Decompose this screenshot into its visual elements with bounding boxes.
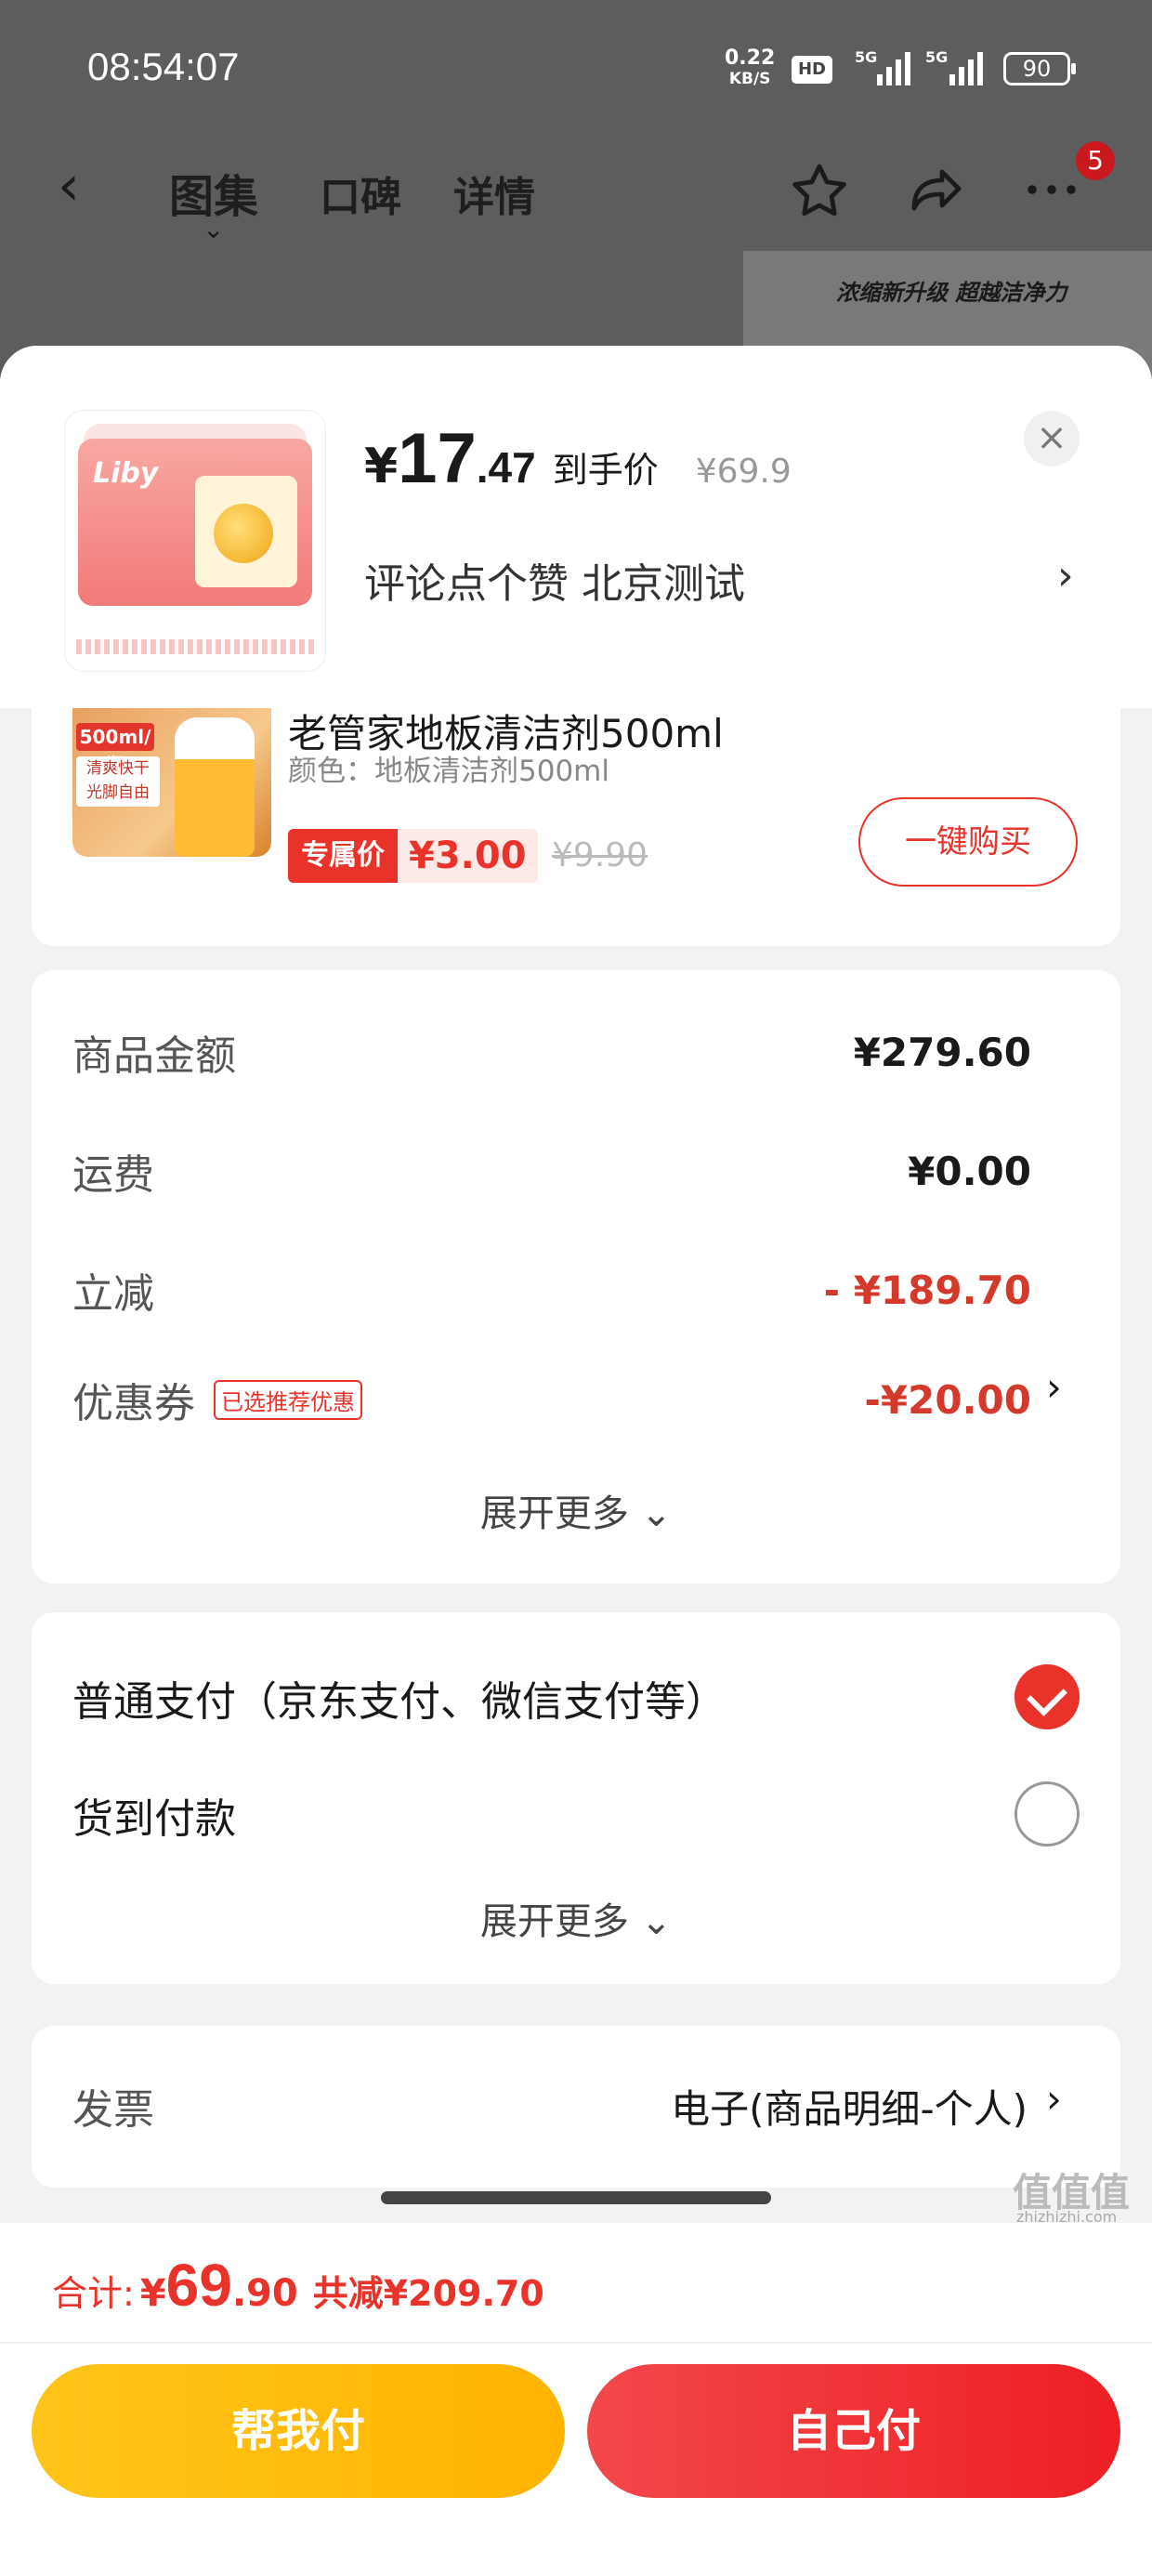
checkbox-unchecked-icon[interactable] — [1015, 1781, 1080, 1847]
coupon-recommended-tag: 已选推荐优惠 — [214, 1379, 362, 1420]
fee-row-discount: 立减 - ¥189.70 — [72, 1262, 1031, 1319]
total-label: 合计: — [52, 2273, 135, 2314]
price-decimal: .47 — [476, 443, 536, 492]
fee-label: 商品金额 — [72, 1032, 236, 1080]
one-click-buy-button[interactable]: 一键购买 — [858, 797, 1078, 887]
order-total: 合计: ¥ 69 .90 共减¥209.70 — [52, 2251, 544, 2320]
checkbox-checked-icon[interactable] — [1015, 1664, 1080, 1729]
brand-logo: Liby — [93, 457, 159, 490]
exclusive-price-badge: 专属价 ¥3.00 — [288, 829, 538, 883]
sheet-header: Liby ¥ 17 .47 到手价 ¥69.9 × 评论点个赞 北京测试 › — [0, 346, 1152, 708]
expand-more-button[interactable]: 展开更多 ⌄ — [32, 1483, 1120, 1537]
total-currency: ¥ — [139, 2272, 166, 2315]
notification-badge: 5 — [1076, 141, 1115, 180]
chevron-right-icon[interactable]: › — [1057, 552, 1074, 599]
price-breakdown-card: 商品金额 ¥279.60 运费 ¥0.00 立减 - ¥189.70 优惠券 已… — [32, 970, 1120, 1584]
coupon-label-group: 优惠券 已选推荐优惠 — [72, 1370, 362, 1429]
expand-more-label: 展开更多 — [479, 1900, 629, 1943]
total-integer: 69 — [165, 2252, 232, 2319]
back-icon[interactable]: ‹ — [58, 158, 80, 214]
invoice-value: 电子(商品明细-个人) — [671, 2086, 1028, 2132]
invoice-label: 发票 — [72, 2086, 154, 2134]
tab-details[interactable]: 详情 — [453, 164, 535, 223]
tab-reviews[interactable]: 口碑 — [320, 164, 401, 223]
top-nav: ‹ 图集 ⌄ 口碑 详情 — [0, 139, 1152, 244]
close-button[interactable]: × — [1024, 411, 1080, 467]
network-speed-value: 0.22 — [725, 46, 776, 70]
sim2-label: 5G — [925, 48, 949, 66]
addon-original-price: ¥9.90 — [552, 836, 648, 874]
fee-label: 运费 — [72, 1151, 154, 1199]
close-icon: × — [1036, 416, 1067, 459]
status-bar: 08:54:07 0.22 KB/S HD 5G 5G 90 — [0, 0, 1152, 139]
addon-product-image: 500ml/瓶 清爽快干 光脚自由 — [72, 708, 271, 857]
fee-row-goods: 商品金额 ¥279.60 — [72, 1024, 1031, 1081]
watermark-url: zhizhizhi.com — [1016, 2208, 1118, 2226]
signal-icon — [949, 52, 983, 85]
clock: 08:54:07 — [87, 45, 240, 88]
image-volume-tag: 500ml/瓶 — [76, 723, 154, 776]
addon-product-card: 500ml/瓶 清爽快干 光脚自由 老管家地板清洁剂500ml 颜色：地板清洁剂… — [32, 708, 1120, 946]
battery-icon: 90 — [1003, 52, 1076, 85]
fee-row-coupon[interactable]: 优惠券 已选推荐优惠 -¥20.00 — [72, 1370, 1031, 1429]
favorite-star-icon[interactable] — [786, 158, 853, 225]
sim1-label: 5G — [855, 48, 878, 66]
chevron-right-icon[interactable]: › — [1046, 2076, 1062, 2122]
fee-label: 立减 — [72, 1270, 154, 1318]
total-savings: 共减¥209.70 — [312, 2273, 544, 2314]
signal-icon — [877, 52, 910, 85]
banner-slogan: 浓缩新升级 超越洁净力 — [836, 280, 1067, 306]
chevron-right-icon[interactable]: › — [1046, 1364, 1062, 1410]
image-feature-tag: 清爽快干 光脚自由 — [76, 756, 160, 807]
fee-label: 优惠券 — [72, 1380, 195, 1427]
home-indicator[interactable] — [381, 2191, 771, 2204]
invoice-card[interactable]: 发票 电子(商品明细-个人) › — [32, 2026, 1120, 2188]
fee-value: - ¥189.70 — [823, 1267, 1031, 1313]
payment-option-normal[interactable]: 普通支付（京东支付、微信支付等） — [72, 1668, 727, 1728]
payment-option-cod[interactable]: 货到付款 — [72, 1785, 236, 1845]
product-thumbnail: Liby — [65, 411, 325, 671]
help-pay-button[interactable]: 帮我付 — [32, 2364, 565, 2498]
action-bar: 帮我付 自己付 — [0, 2344, 1152, 2576]
network-speed-unit: KB/S — [728, 70, 771, 88]
total-bar: 合计: ¥ 69 .90 共减¥209.70 — [0, 2223, 1152, 2344]
price-integer: 17 — [398, 419, 477, 498]
background-page: 浓缩新升级 超越洁净力 08:54:07 0.22 KB/S HD 5G 5G … — [0, 0, 1152, 390]
tab-indicator-icon: ⌄ — [203, 214, 225, 244]
exclusive-price: ¥3.00 — [398, 829, 538, 883]
share-icon[interactable] — [903, 158, 970, 225]
network-speed: 0.22 KB/S — [725, 48, 775, 89]
checkout-sheet: Liby ¥ 17 .47 到手价 ¥69.9 × 评论点个赞 北京测试 › 5… — [0, 346, 1152, 2576]
chevron-down-icon: ⌄ — [640, 1900, 673, 1943]
fee-value: ¥0.00 — [908, 1148, 1031, 1194]
price-currency: ¥ — [364, 439, 399, 494]
total-decimal: .90 — [231, 2272, 298, 2315]
chevron-down-icon: ⌄ — [640, 1492, 673, 1535]
final-price: ¥ 17 .47 到手价 ¥69.9 — [364, 418, 792, 499]
coupon-value: -¥20.00 — [864, 1376, 1031, 1423]
product-description[interactable]: 评论点个赞 北京测试 — [364, 550, 745, 610]
more-icon[interactable] — [1018, 167, 1085, 212]
final-price-label: 到手价 — [552, 450, 659, 491]
exclusive-tag: 专属价 — [288, 829, 398, 883]
expand-more-label: 展开更多 — [479, 1492, 629, 1535]
expand-more-button[interactable]: 展开更多 ⌄ — [32, 1891, 1120, 1945]
addon-product-variant: 颜色：地板清洁剂500ml — [288, 755, 609, 788]
hd-icon: HD — [792, 56, 832, 84]
fee-value: ¥279.60 — [853, 1029, 1031, 1075]
original-price: ¥69.9 — [695, 453, 792, 491]
fee-row-shipping: 运费 ¥0.00 — [72, 1143, 1031, 1200]
payment-method-card: 普通支付（京东支付、微信支付等） 货到付款 展开更多 ⌄ — [32, 1612, 1120, 1984]
self-pay-button[interactable]: 自己付 — [587, 2364, 1120, 2498]
